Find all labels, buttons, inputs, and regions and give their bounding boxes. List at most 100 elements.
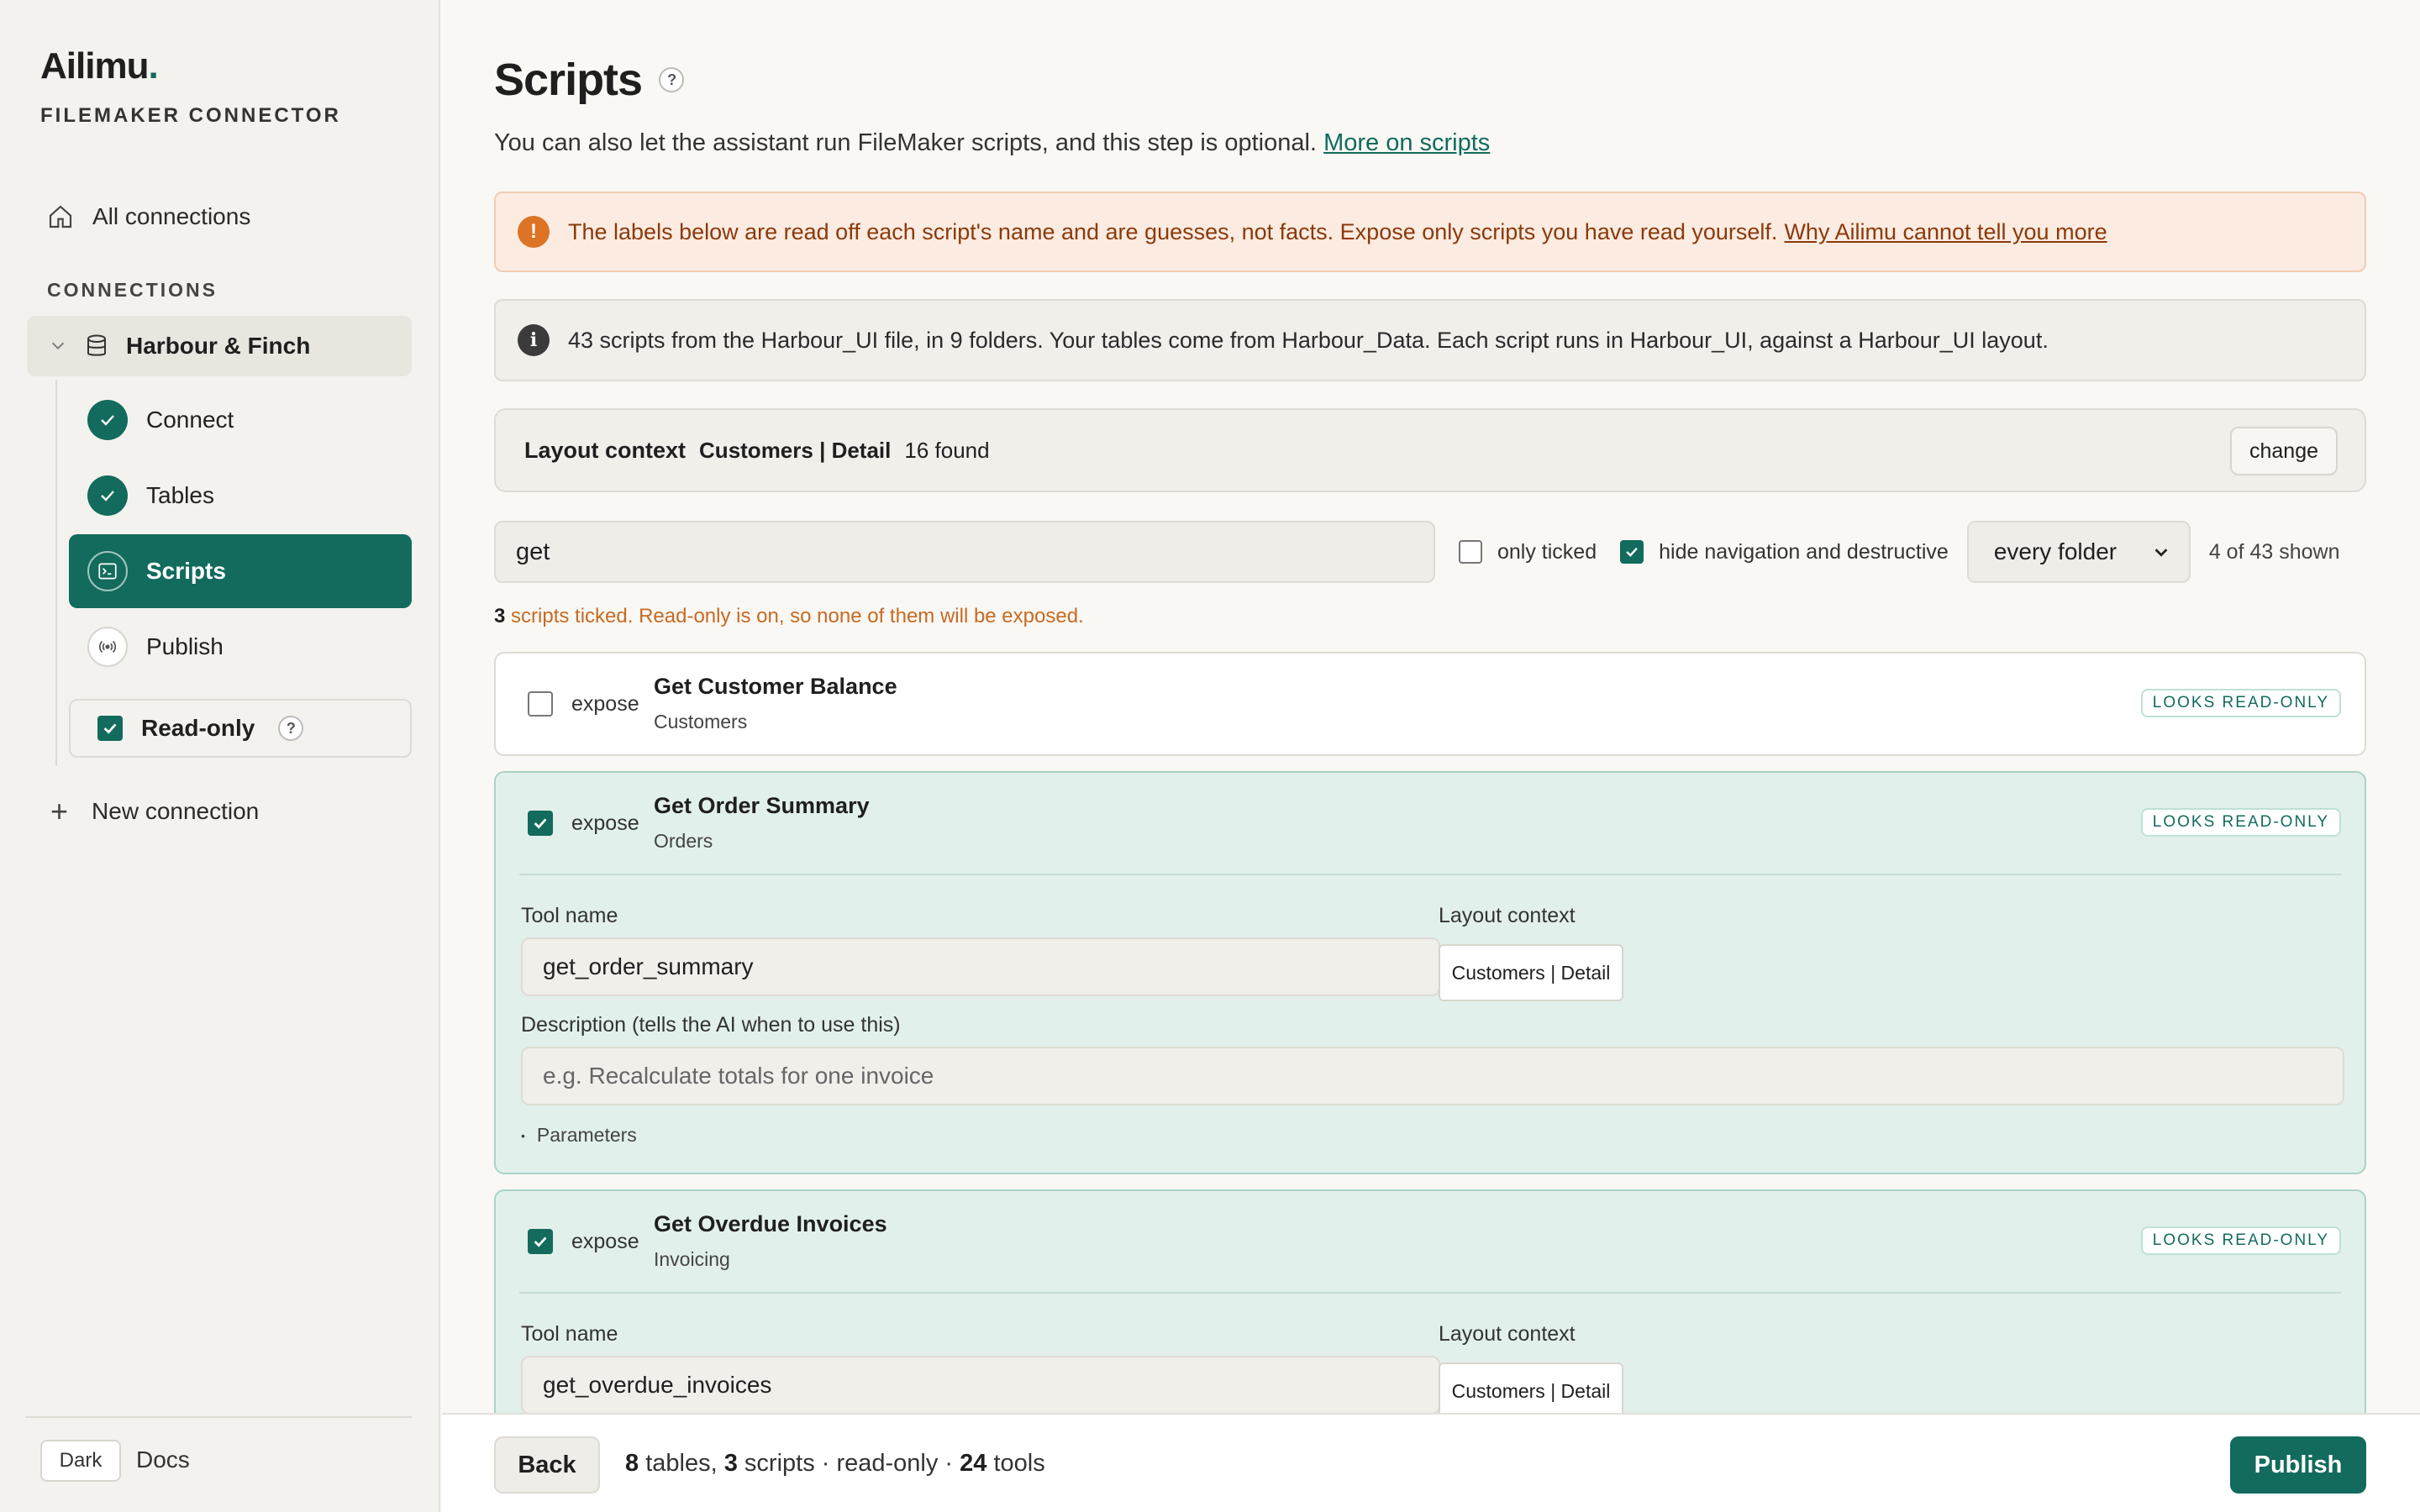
tables-label: tables, [645, 1450, 718, 1477]
tool-name-input[interactable]: get_overdue_invoices [521, 1356, 1440, 1415]
brand-logo[interactable]: Ailimu. [40, 45, 159, 87]
check-icon [87, 475, 128, 516]
only-ticked-checkbox[interactable] [1459, 540, 1482, 564]
page-lead: You can also let the assistant run FileM… [494, 129, 1490, 157]
step-publish[interactable]: Publish [87, 622, 224, 672]
why-link[interactable]: Why Ailimu cannot tell you more [1784, 219, 2107, 245]
sidebar: Ailimu. FILEMAKER CONNECTOR All connecti… [0, 0, 440, 1512]
filter-row: get only ticked hide navigation and dest… [494, 521, 2366, 583]
divider [519, 1292, 2341, 1294]
scripts-label: scripts · read-only · [744, 1450, 954, 1477]
parameters-toggle[interactable]: • Parameters [521, 1124, 637, 1147]
connection-name: Harbour & Finch [126, 333, 311, 359]
expose-label: expose [571, 691, 639, 716]
connection-item-harbour-finch[interactable]: Harbour & Finch [27, 316, 412, 376]
terminal-icon [87, 551, 128, 591]
scripts-count: 3 [723, 1450, 738, 1477]
chevron-down-icon[interactable] [49, 337, 67, 355]
layout-context-bar: Layout context Customers | Detail 16 fou… [494, 408, 2366, 492]
read-only-badge: LOOKS READ-ONLY [2140, 1226, 2341, 1255]
expose-label: expose [571, 811, 639, 835]
warning-text: The labels below are read off each scrip… [568, 218, 1778, 244]
shown-count: 4 of 43 shown [2208, 539, 2340, 564]
back-button[interactable]: Back [494, 1436, 600, 1494]
script-card-header: expose Get Customer Balance Customers LO… [496, 654, 2365, 754]
hide-nav-filter[interactable]: hide navigation and destructive [1620, 540, 1949, 564]
read-only-checkbox[interactable] [97, 716, 123, 741]
docs-link[interactable]: Docs [136, 1446, 190, 1473]
connections-heading: CONNECTIONS [47, 279, 218, 301]
script-card-header: expose Get Order Summary Orders LOOKS RE… [496, 773, 2365, 874]
title-help-icon[interactable]: ? [659, 67, 685, 92]
home-icon [49, 205, 72, 228]
step-connect[interactable]: Connect [87, 395, 234, 445]
step-label: Tables [146, 482, 214, 508]
ticked-count: 3 [494, 605, 506, 627]
layout-context-label: Layout context [1439, 904, 1576, 927]
read-only-toggle[interactable]: Read-only ? [69, 699, 412, 758]
divider [519, 874, 2341, 875]
check-icon [87, 400, 128, 440]
new-connection-label: New connection [92, 798, 260, 824]
tools-label: tools [993, 1450, 1045, 1477]
only-ticked-label: only ticked [1497, 539, 1597, 564]
layout-found-count: 16 found [904, 437, 990, 463]
publish-button[interactable]: Publish [2230, 1436, 2366, 1494]
only-ticked-filter[interactable]: only ticked [1459, 540, 1597, 564]
theme-toggle-button[interactable]: Dark [40, 1440, 121, 1482]
change-layout-button[interactable]: change [2230, 427, 2338, 475]
layout-context-button[interactable]: Customers | Detail [1439, 944, 1623, 1001]
all-connections-label: All connections [92, 203, 251, 229]
script-card: expose Get Customer Balance Customers LO… [494, 652, 2366, 756]
read-only-badge: LOOKS READ-ONLY [2140, 808, 2341, 837]
description-label: Description (tells the AI when to use th… [521, 1013, 901, 1037]
layout-context-label: Layout context [1439, 1322, 1576, 1346]
step-label: Publish [146, 633, 224, 659]
tables-count: 8 [625, 1450, 639, 1477]
expose-checkbox[interactable] [528, 811, 553, 836]
lead-text: You can also let the assistant run FileM… [494, 129, 1317, 156]
more-on-scripts-link[interactable]: More on scripts [1323, 129, 1490, 156]
brand-name: Ailimu [40, 45, 149, 87]
page-title: Scripts [494, 55, 643, 105]
script-card: expose Get Overdue Invoices Invoicing LO… [494, 1189, 2366, 1441]
hide-nav-checkbox[interactable] [1620, 540, 1644, 564]
layout-context-button[interactable]: Customers | Detail [1439, 1362, 1623, 1420]
new-connection-button[interactable]: + New connection [50, 793, 259, 830]
parameters-label: Parameters [536, 1124, 637, 1146]
info-icon: i [518, 324, 550, 356]
script-folder: Invoicing [654, 1248, 730, 1270]
database-icon [87, 334, 106, 356]
warning-icon: ! [518, 216, 550, 248]
folder-select-value: every folder [1993, 538, 2118, 564]
tool-name-label: Tool name [521, 1322, 618, 1346]
script-folder: Customers [654, 711, 748, 732]
chevron-down-icon [2154, 549, 2168, 557]
tool-name-input[interactable]: get_order_summary [521, 937, 1440, 996]
expose-checkbox[interactable] [528, 691, 553, 717]
brand-subtitle: FILEMAKER CONNECTOR [40, 104, 341, 127]
layout-context-label: Layout context [524, 437, 687, 463]
hide-nav-label: hide navigation and destructive [1659, 539, 1949, 564]
script-card: expose Get Order Summary Orders LOOKS RE… [494, 771, 2366, 1174]
read-only-label: Read-only [141, 715, 255, 741]
description-input[interactable]: e.g. Recalculate totals for one invoice [521, 1047, 2344, 1105]
info-banner: i 43 scripts from the Harbour_UI file, i… [494, 299, 2366, 381]
step-scripts[interactable]: Scripts [69, 534, 412, 608]
expose-label: expose [571, 1229, 639, 1253]
layout-context-value: Customers | Detail [699, 437, 892, 463]
footer-bar: Back 8 tables, 3 scripts · read-only · 2… [442, 1413, 2420, 1512]
page-header: Scripts ? [494, 54, 685, 106]
read-only-help-icon[interactable]: ? [278, 716, 304, 741]
search-input[interactable]: get [494, 521, 1435, 583]
info-text: 43 scripts from the Harbour_UI file, in … [568, 327, 2049, 353]
divider [25, 1416, 412, 1418]
step-tables[interactable]: Tables [87, 470, 214, 521]
expose-checkbox[interactable] [528, 1229, 553, 1254]
tree-line [55, 380, 57, 766]
folder-select[interactable]: every folder [1966, 521, 2191, 583]
all-connections-link[interactable]: All connections [47, 200, 250, 234]
script-name: Get Customer Balance [654, 674, 897, 699]
plus-icon: + [50, 794, 69, 828]
brand-dot: . [148, 45, 158, 87]
